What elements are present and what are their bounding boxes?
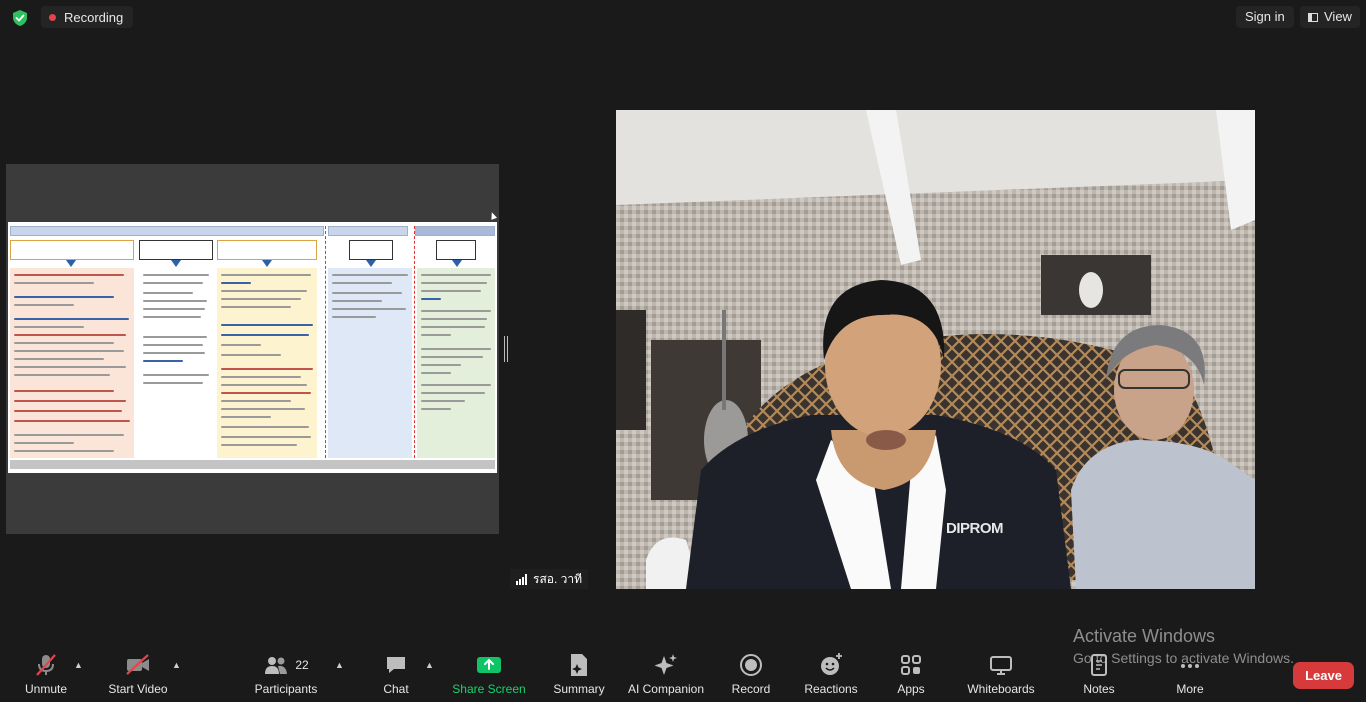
slide-column xyxy=(10,268,134,458)
arrow-down-icon xyxy=(66,260,76,267)
participants-button[interactable]: 22 Participants xyxy=(253,652,319,700)
shield-check-icon[interactable] xyxy=(11,9,29,27)
activation-watermark-title: Activate Windows xyxy=(1073,626,1216,646)
record-icon xyxy=(739,652,763,678)
slide-column xyxy=(217,268,317,458)
ai-companion-label: AI Companion xyxy=(627,682,705,696)
share-screen-label: Share Screen xyxy=(452,682,526,696)
video-off-icon xyxy=(124,652,152,678)
share-screen-button[interactable]: Share Screen xyxy=(452,652,526,700)
arrow-down-icon xyxy=(171,260,181,267)
more-label: More xyxy=(1176,682,1204,696)
record-label: Record xyxy=(731,682,771,696)
reactions-icon xyxy=(818,652,844,678)
view-label: View xyxy=(1324,9,1352,24)
participant-video[interactable]: DIPROM xyxy=(616,110,1255,589)
whiteboards-button[interactable]: Whiteboards xyxy=(962,652,1040,700)
more-icon xyxy=(1178,652,1202,678)
chat-label: Chat xyxy=(383,682,409,696)
leave-button[interactable]: Leave xyxy=(1293,662,1354,689)
slide-timeline-box xyxy=(10,240,134,260)
summary-button[interactable]: Summary xyxy=(550,652,608,700)
apps-button[interactable]: Apps xyxy=(893,652,929,700)
record-dot-icon xyxy=(49,13,56,21)
participant-name: รสอ. วาที xyxy=(533,571,583,586)
recording-indicator[interactable]: Recording xyxy=(41,6,134,28)
view-button[interactable]: View xyxy=(1300,6,1360,28)
arrow-down-icon xyxy=(366,260,376,267)
ai-companion-icon xyxy=(653,652,679,678)
slide-divider xyxy=(325,226,326,458)
participants-count: 22 xyxy=(295,658,309,672)
whiteboards-label: Whiteboards xyxy=(967,682,1035,696)
whiteboards-icon xyxy=(988,652,1014,678)
summary-icon xyxy=(567,652,591,678)
video-options-chevron-icon[interactable]: ▲ xyxy=(172,660,181,670)
sign-in-button[interactable]: Sign in xyxy=(1236,6,1294,28)
video-frame-illustration xyxy=(616,110,1255,589)
chat-options-chevron-icon[interactable]: ▲ xyxy=(425,660,434,670)
record-button[interactable]: Record xyxy=(729,652,773,700)
reactions-button[interactable]: Reactions xyxy=(802,652,860,700)
slide-header-bar xyxy=(415,226,495,236)
participants-icon: 22 xyxy=(263,652,309,678)
participants-label: Participants xyxy=(254,682,318,696)
apps-icon xyxy=(899,652,923,678)
shirt-logo-text: DIPROM xyxy=(946,520,1004,537)
slide-timeline-box xyxy=(436,240,476,260)
slide-divider xyxy=(414,226,415,458)
slide-footer-bar xyxy=(10,460,495,469)
slide-timeline-box xyxy=(217,240,317,260)
unmute-button[interactable]: Unmute xyxy=(20,652,72,700)
slide-column xyxy=(139,268,213,458)
signal-bars-icon xyxy=(516,573,527,585)
notes-label: Notes xyxy=(1083,682,1115,696)
apps-label: Apps xyxy=(897,682,925,696)
start-video-button[interactable]: Start Video xyxy=(106,652,170,700)
slide-timeline-box xyxy=(349,240,393,260)
audio-options-chevron-icon[interactable]: ▲ xyxy=(74,660,83,670)
unmute-label: Unmute xyxy=(24,682,68,696)
participants-options-chevron-icon[interactable]: ▲ xyxy=(335,660,344,670)
slide-timeline-box xyxy=(139,240,213,260)
arrow-down-icon xyxy=(262,260,272,267)
more-button[interactable]: More xyxy=(1170,652,1210,700)
slide-header-bar xyxy=(328,226,408,236)
panel-resize-handle[interactable] xyxy=(504,336,508,362)
reactions-label: Reactions xyxy=(804,682,858,696)
notes-button[interactable]: Notes xyxy=(1078,652,1120,700)
recording-label: Recording xyxy=(64,9,124,25)
chat-button[interactable]: Chat xyxy=(376,652,416,700)
start-video-label: Start Video xyxy=(108,682,168,696)
participant-name-label: รสอ. วาที xyxy=(510,569,589,589)
ai-companion-button[interactable]: AI Companion xyxy=(624,652,708,700)
view-icon xyxy=(1308,12,1318,22)
slide-column xyxy=(417,268,495,458)
notes-icon xyxy=(1088,652,1110,678)
arrow-down-icon xyxy=(452,260,462,267)
microphone-muted-icon xyxy=(33,652,59,678)
summary-label: Summary xyxy=(553,682,605,696)
share-screen-icon xyxy=(476,652,502,678)
slide-header-bar xyxy=(10,226,324,236)
shared-slide-content xyxy=(8,222,497,473)
slide-column xyxy=(328,268,412,458)
chat-icon xyxy=(384,652,408,678)
